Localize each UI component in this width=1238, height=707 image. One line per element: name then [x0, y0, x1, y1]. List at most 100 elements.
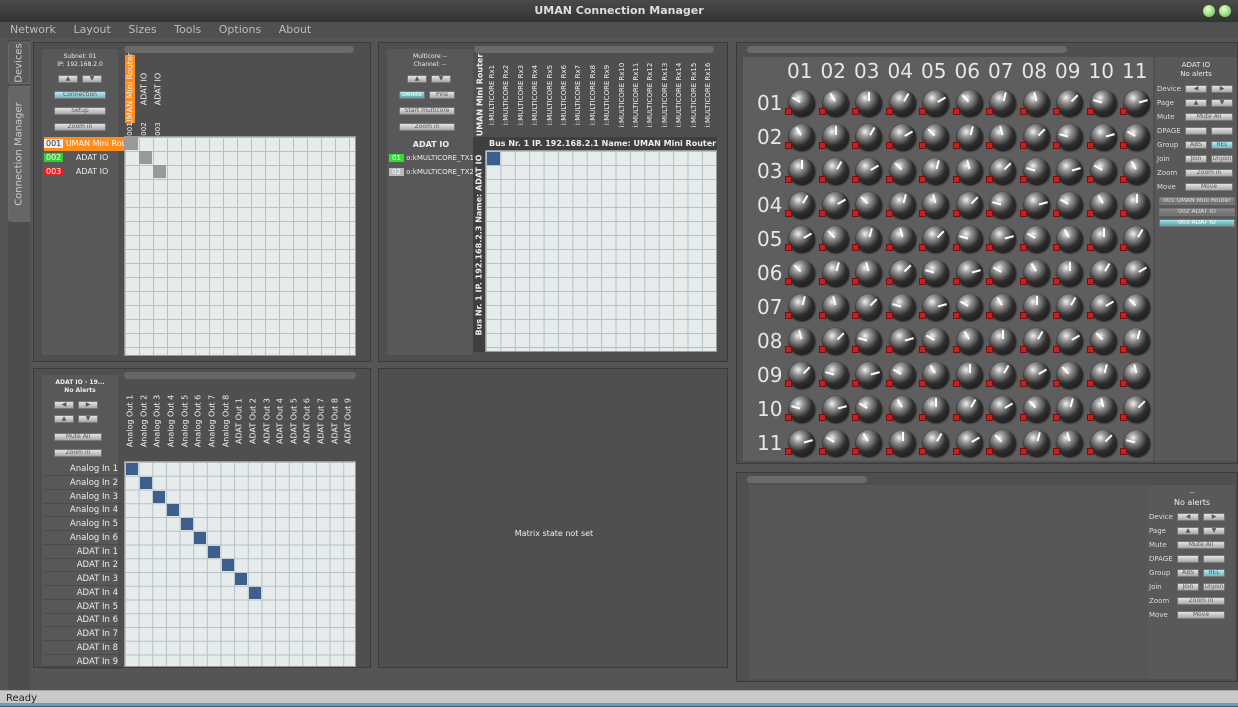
unjoin-button[interactable]: Unjoin — [1211, 155, 1233, 163]
mixer-knob[interactable] — [956, 430, 983, 456]
mixer-knob[interactable] — [1057, 260, 1083, 286]
mute-led[interactable] — [1120, 278, 1127, 285]
mute-led[interactable] — [852, 176, 859, 183]
device-select-button[interactable]: 001 UMAN Mini Router — [1159, 197, 1235, 205]
col-header-uman[interactable]: UMAN Mini Router — [125, 53, 135, 125]
mute-led[interactable] — [1019, 244, 1027, 251]
mute-led[interactable] — [852, 448, 859, 455]
mixer-knob[interactable] — [1124, 124, 1150, 150]
input-row-label[interactable]: Analog In 5 — [44, 517, 122, 531]
zoom-in-button[interactable]: Zoom in — [1177, 597, 1225, 605]
dpage-next-button[interactable] — [1203, 555, 1225, 563]
mixer-knob[interactable] — [956, 362, 983, 388]
mute-led[interactable] — [919, 142, 926, 149]
mixer-knob[interactable] — [1124, 396, 1150, 422]
mute-led[interactable] — [785, 312, 792, 319]
maximize-button[interactable] — [1219, 5, 1231, 17]
mixer-knob[interactable] — [923, 260, 949, 286]
input-row-label[interactable]: Analog In 4 — [44, 503, 122, 518]
rx-header[interactable]: i:MULTICORE Rx11 — [631, 55, 641, 135]
mixer-knob[interactable] — [1090, 396, 1117, 422]
mute-led[interactable] — [1053, 176, 1060, 183]
output-header[interactable]: Analog Out 3 — [152, 383, 162, 459]
mixer-knob[interactable] — [789, 328, 815, 354]
arrow-up-button[interactable]: ▲ — [407, 75, 427, 83]
output-header[interactable]: Analog Out 1 — [125, 383, 135, 459]
mixer-knob[interactable] — [990, 294, 1016, 320]
mute-led[interactable] — [952, 176, 960, 183]
mixer-knob[interactable] — [923, 192, 949, 218]
tab-connection-manager[interactable]: Connection Manager — [8, 86, 30, 222]
mixer-knob[interactable] — [822, 226, 849, 252]
matrix-cell-active[interactable] — [126, 463, 138, 475]
mute-led[interactable] — [1086, 142, 1094, 149]
mixer-knob[interactable] — [956, 260, 983, 286]
abs-button[interactable]: ABS — [1185, 141, 1207, 149]
mixer-knob[interactable] — [789, 260, 815, 286]
matrix-cell-self[interactable] — [125, 137, 138, 150]
mute-led[interactable] — [818, 278, 826, 285]
mute-led[interactable] — [986, 380, 993, 387]
arrow-left-button[interactable]: ◀ — [54, 401, 74, 409]
mixer-knob[interactable] — [956, 158, 983, 184]
col-header-adat2[interactable]: ADAT IO — [153, 55, 163, 123]
mute-led[interactable] — [1120, 448, 1127, 455]
prev-device-button[interactable]: ◀ — [1177, 513, 1199, 521]
mute-led[interactable] — [1120, 176, 1127, 183]
mixer-knob[interactable] — [990, 90, 1016, 116]
mixer-knob[interactable] — [889, 396, 916, 422]
mute-led[interactable] — [919, 108, 926, 115]
matrix-cell-active[interactable] — [180, 518, 193, 530]
arrow-down-button[interactable]: ▼ — [431, 75, 451, 83]
mixer-knob[interactable] — [1124, 192, 1150, 218]
next-device-button[interactable]: ▶ — [1211, 85, 1233, 93]
arrow-right-button[interactable]: ▶ — [78, 401, 98, 409]
mixer-knob[interactable] — [856, 226, 882, 252]
mixer-knob[interactable] — [956, 294, 983, 320]
mixer-knob[interactable] — [990, 430, 1016, 456]
rx-header[interactable]: i:MULTICORE Rx6 — [559, 55, 569, 135]
mixer-knob[interactable] — [1124, 90, 1150, 116]
mute-led[interactable] — [885, 176, 893, 183]
rx-header[interactable]: i:MULTICORE Rx10 — [617, 55, 627, 135]
mixer-knob[interactable] — [789, 294, 815, 320]
mute-led[interactable] — [1053, 278, 1060, 285]
mixer-knob[interactable] — [1057, 226, 1083, 252]
input-row-label[interactable]: ADAT In 2 — [44, 558, 122, 573]
mixer-knob[interactable] — [1057, 158, 1083, 184]
mute-led[interactable] — [1086, 346, 1094, 353]
lower-right-scrollbar[interactable] — [747, 476, 867, 483]
tx-row-2[interactable]: 02 o:kMULTICORE_TX2 — [389, 165, 474, 179]
mixer-knob[interactable] — [956, 226, 983, 252]
mute-led[interactable] — [818, 380, 826, 387]
matrix-cell-active[interactable] — [194, 531, 207, 544]
menu-options[interactable]: Options — [219, 22, 261, 38]
input-row-label[interactable]: ADAT In 8 — [44, 641, 122, 655]
mute-led[interactable] — [986, 346, 993, 353]
mixer-knob[interactable] — [889, 158, 916, 184]
rx-header[interactable]: i:MULTICORE Rx13 — [660, 55, 670, 135]
dpage-next-button[interactable] — [1211, 127, 1233, 135]
mute-led[interactable] — [852, 210, 859, 217]
mixer-knob[interactable] — [1023, 362, 1050, 388]
mute-led[interactable] — [885, 346, 893, 353]
matrix-cell-active[interactable] — [207, 545, 220, 558]
connection-button[interactable]: Connection — [54, 91, 106, 99]
mute-led[interactable] — [919, 278, 926, 285]
input-row-label[interactable]: Analog In 2 — [44, 476, 122, 490]
mute-led[interactable] — [1053, 414, 1060, 421]
mixer-knob[interactable] — [1124, 294, 1150, 320]
output-header[interactable]: ADAT Out 6 — [302, 383, 312, 459]
input-row-label[interactable]: Analog In 3 — [44, 490, 122, 504]
mute-led[interactable] — [1019, 414, 1027, 421]
mute-led[interactable] — [1086, 278, 1094, 285]
mixer-knob[interactable] — [889, 328, 916, 354]
dpage-prev-button[interactable] — [1185, 127, 1207, 135]
mute-led[interactable] — [952, 312, 960, 319]
input-row-label[interactable]: Analog In 6 — [44, 531, 122, 545]
mixer-knob[interactable] — [889, 260, 916, 286]
mute-led[interactable] — [1120, 380, 1127, 387]
unjoin-button[interactable]: Unjoin — [1203, 583, 1225, 591]
matrix-cell-self[interactable] — [153, 165, 166, 178]
input-row-label[interactable]: ADAT In 7 — [44, 627, 122, 641]
